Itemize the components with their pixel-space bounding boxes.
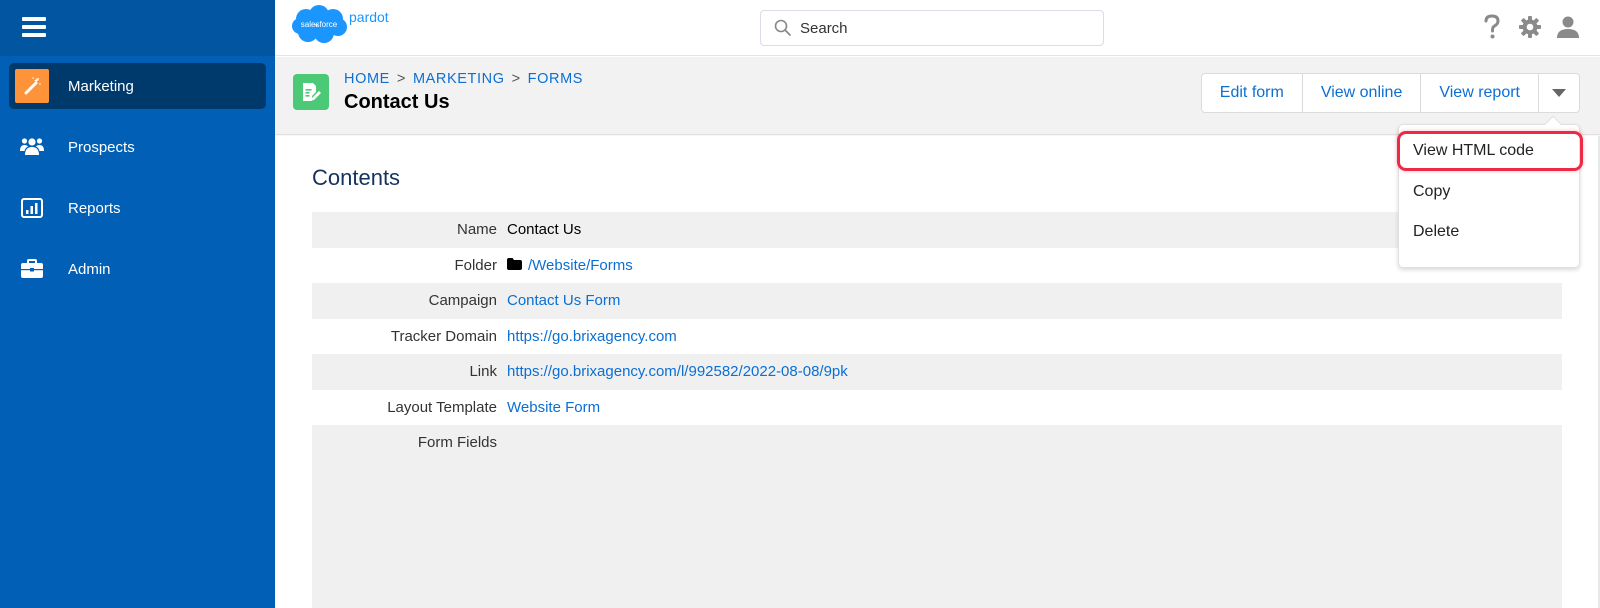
- sidebar-nav: Marketing Prospects Reports Admin: [0, 56, 275, 292]
- menu-item-copy[interactable]: Copy: [1399, 172, 1579, 212]
- field-label: Layout Template: [387, 398, 497, 416]
- people-icon: [15, 130, 49, 164]
- briefcase-icon: [15, 252, 49, 286]
- salesforce-cloud-logo: salesforce: [292, 5, 348, 43]
- breadcrumb: HOME > MARKETING > FORMS: [344, 71, 583, 87]
- section-title: Contents: [312, 165, 401, 190]
- search-box[interactable]: [760, 10, 1104, 46]
- campaign-link[interactable]: Contact Us Form: [507, 292, 620, 309]
- svg-text:salesforce: salesforce: [301, 20, 338, 29]
- view-online-button[interactable]: View online: [1303, 74, 1422, 112]
- sidebar-item-label: Reports: [68, 199, 121, 217]
- detail-row-name: Name Contact Us: [312, 212, 1562, 248]
- folder-icon: [507, 257, 522, 274]
- field-value: Contact Us: [507, 221, 582, 239]
- field-label: Folder: [454, 256, 497, 274]
- sidebar-item-label: Prospects: [68, 138, 135, 156]
- details-table: Name Contact Us Folder /Website/Forms Ca…: [312, 212, 1562, 608]
- breadcrumb-forms[interactable]: FORMS: [528, 71, 583, 87]
- folder-link[interactable]: /Website/Forms: [528, 257, 633, 274]
- field-label: Tracker Domain: [390, 327, 497, 345]
- detail-row-form-fields: Form Fields: [312, 425, 1562, 608]
- field-label: Name: [456, 221, 497, 239]
- gear-icon[interactable]: [1518, 14, 1542, 40]
- detail-row-campaign: Campaign Contact Us Form: [312, 283, 1562, 319]
- more-actions-dropdown: View HTML code Copy Delete: [1397, 115, 1583, 268]
- sidebar-item-reports[interactable]: Reports: [9, 185, 266, 231]
- view-report-button[interactable]: View report: [1421, 74, 1539, 112]
- field-label: Form Fields: [417, 434, 497, 451]
- bar-chart-icon: [15, 191, 49, 225]
- help-icon[interactable]: [1480, 14, 1504, 40]
- header-icons: [1480, 14, 1580, 40]
- hamburger-icon[interactable]: [22, 17, 46, 37]
- magic-wand-icon: [15, 69, 49, 103]
- sidebar-item-prospects[interactable]: Prospects: [9, 124, 266, 170]
- edit-form-button[interactable]: Edit form: [1202, 74, 1303, 112]
- search-icon: [774, 19, 792, 37]
- breadcrumb-home[interactable]: HOME: [344, 71, 390, 87]
- form-url-link[interactable]: https://go.brixagency.com/l/992582/2022-…: [507, 363, 848, 380]
- caret-down-icon: [1552, 84, 1566, 102]
- sidebar-top: [0, 0, 275, 56]
- detail-row-layout-template: Layout Template Website Form: [312, 390, 1562, 426]
- page-title: Contact Us: [344, 91, 450, 113]
- sidebar-item-admin[interactable]: Admin: [9, 246, 266, 292]
- action-button-group: Edit form View online View report: [1200, 73, 1580, 113]
- more-actions-button[interactable]: [1539, 74, 1579, 112]
- menu-item-delete[interactable]: Delete: [1399, 212, 1579, 252]
- layout-template-link[interactable]: Website Form: [507, 399, 600, 416]
- sidebar-item-marketing[interactable]: Marketing: [9, 63, 266, 109]
- breadcrumb-separator: >: [396, 71, 406, 87]
- sidebar-item-label: Admin: [68, 260, 111, 278]
- field-label: Campaign: [428, 292, 497, 310]
- user-icon[interactable]: [1556, 14, 1580, 40]
- field-label: Link: [469, 363, 497, 381]
- breadcrumb-marketing[interactable]: MARKETING: [413, 71, 505, 87]
- menu-item-view-html-code[interactable]: View HTML code: [1397, 131, 1583, 171]
- sidebar: Marketing Prospects Reports Admin: [0, 0, 275, 608]
- product-name: pardot: [349, 9, 389, 25]
- sidebar-item-label: Marketing: [68, 77, 134, 95]
- tracker-domain-link[interactable]: https://go.brixagency.com: [507, 328, 677, 345]
- pardot-logo[interactable]: salesforce pardot: [292, 5, 389, 43]
- detail-row-link: Link https://go.brixagency.com/l/992582/…: [312, 354, 1562, 390]
- folder-value: /Website/Forms: [507, 257, 633, 274]
- top-header: salesforce pardot: [275, 0, 1600, 56]
- search-input[interactable]: [800, 19, 1080, 37]
- breadcrumb-separator: >: [511, 71, 521, 87]
- form-icon: [293, 74, 329, 110]
- detail-row-tracker-domain: Tracker Domain https://go.brixagency.com: [312, 319, 1562, 355]
- detail-row-folder: Folder /Website/Forms: [312, 248, 1562, 284]
